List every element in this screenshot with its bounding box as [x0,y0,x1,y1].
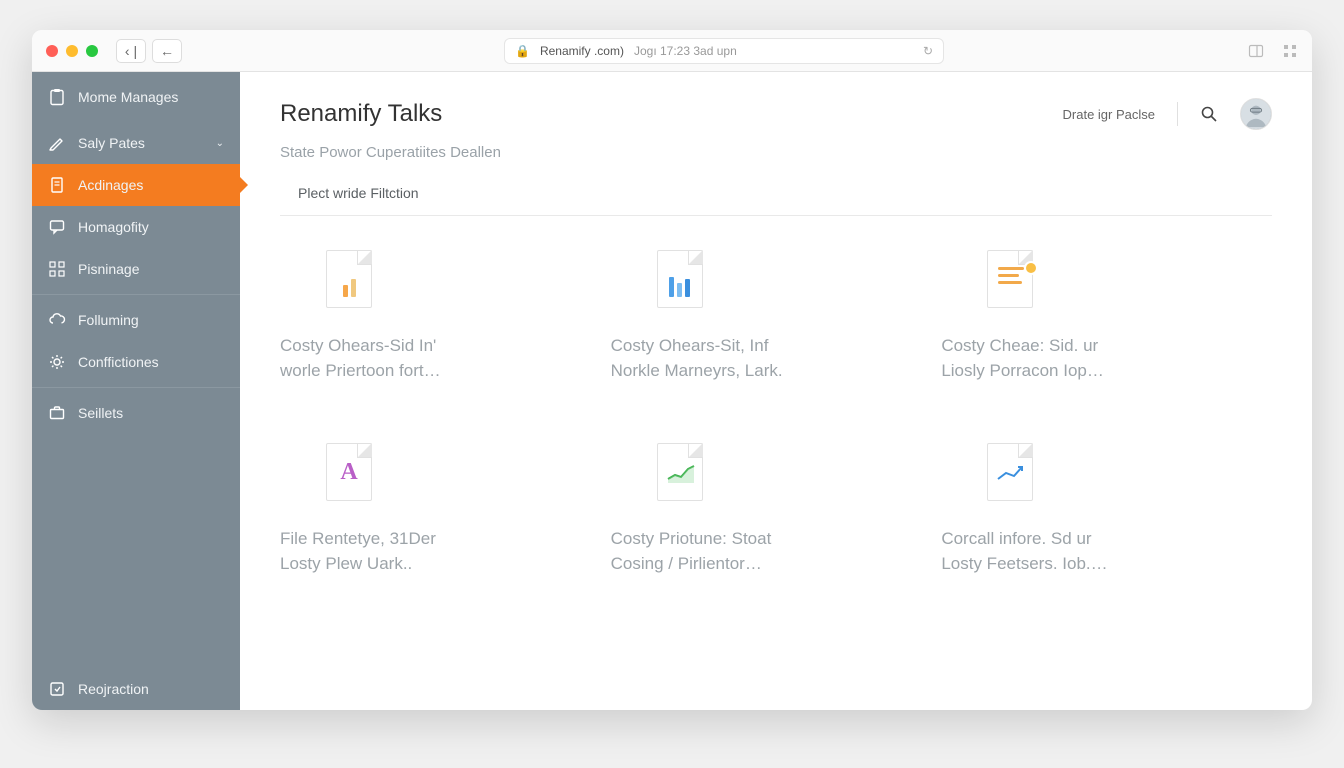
titlebar-right [1248,43,1298,59]
briefcase-icon [48,404,66,422]
page-subtitle: State Powor Cuperatiites Deallen [280,144,1272,161]
sidebar-item-label: Folluming [78,312,139,328]
address-timestamp: Jogı 17:23 3ad upn [634,44,737,58]
box-icon [48,680,66,698]
doc-card[interactable]: Costy Ohears-Sit, InfNorkle Marneyrs, La… [611,250,902,383]
document-icon [48,176,66,194]
doc-card[interactable]: Costy Ohears-Sid In'worle Priertoon fort… [280,250,571,383]
card-title: File Rentetye, 31DerLosty Plew Uark.. [280,527,540,576]
card-title: Costy Ohears-Sid In'worle Priertoon fort… [280,334,540,383]
address-domain: Renamify .com) [540,44,624,58]
sidebar-item-label: Homagofity [78,219,149,235]
avatar[interactable] [1240,98,1272,130]
cloud-icon [48,311,66,329]
address-bar[interactable]: 🔒 Renamify .com) Jogı 17:23 3ad upn ↻ [504,38,944,64]
sidebar-item-label: Acdinages [78,177,143,193]
sidebar-item-seillets[interactable]: Seillets [32,392,240,434]
header-link[interactable]: Drate igr Paclse [1063,107,1155,122]
titlebar: ‹ | ← 🔒 Renamify .com) Jogı 17:23 3ad up… [32,30,1312,72]
card-title: Costy Cheae: Sid. urLiosly Porracon Iop… [941,334,1201,383]
doc-card[interactable]: Costy Priotune: StoatCosing / Pirlientor… [611,443,902,576]
doc-trend-green-icon [657,443,703,501]
sidebar: Mome Manages Saly Pates ⌄ Acdinages [32,72,240,710]
cards-grid: Costy Ohears-Sid In'worle Priertoon fort… [280,250,1272,577]
filter-label[interactable]: Plect wride Filtction [298,185,419,201]
sidebar-footer-reojraction[interactable]: Reojraction [32,668,240,710]
doc-card[interactable]: A File Rentetye, 31DerLosty Plew Uark.. [280,443,571,576]
header-separator [1177,102,1178,126]
sidebar-header-label: Mome Manages [78,89,178,105]
chevron-down-icon: ⌄ [216,138,224,149]
back-button[interactable]: ‹ | [116,39,146,63]
sidebar-separator [32,294,240,295]
chat-icon [48,218,66,236]
gear-icon [48,353,66,371]
sidebar-item-saly-pates[interactable]: Saly Pates ⌄ [32,122,240,164]
doc-card[interactable]: Costy Cheae: Sid. urLiosly Porracon Iop… [941,250,1232,383]
panel-icon[interactable] [1248,43,1264,59]
sidebar-item-conffictiones[interactable]: Conffictiones [32,341,240,383]
sidebar-item-homagofity[interactable]: Homagofity [32,206,240,248]
refresh-icon[interactable]: ↻ [923,44,933,58]
sidebar-footer-label: Reojraction [78,681,149,697]
card-title: Costy Priotune: StoatCosing / Pirlientor… [611,527,871,576]
window-minimize-button[interactable] [66,45,78,57]
sidebar-item-label: Saly Pates [78,135,145,151]
doc-letter-a-icon: A [326,443,372,501]
filter-row: Plect wride Filtction [280,175,1272,216]
window-close-button[interactable] [46,45,58,57]
doc-lines-badge-icon [987,250,1033,308]
clipboard-icon [48,88,66,106]
grid-icon [48,260,66,278]
doc-bars-blue-icon [657,250,703,308]
sidebar-item-label: Seillets [78,405,123,421]
forward-button[interactable]: ← [152,39,182,63]
card-title: Costy Ohears-Sit, InfNorkle Marneyrs, La… [611,334,871,383]
doc-trend-blue-icon [987,443,1033,501]
sidebar-item-pisninage[interactable]: Pisninage [32,248,240,290]
card-title: Corcall infore. Sd urLosty Feetsers. Iob… [941,527,1201,576]
sidebar-item-folluming[interactable]: Folluming [32,299,240,341]
traffic-lights [46,45,98,57]
sidebar-item-acdinages[interactable]: Acdinages [32,164,240,206]
nav-buttons: ‹ | ← [116,39,182,63]
lock-icon: 🔒 [515,44,530,58]
sidebar-header[interactable]: Mome Manages [32,72,240,122]
doc-card[interactable]: Corcall infore. Sd urLosty Feetsers. Iob… [941,443,1232,576]
sidebar-separator [32,387,240,388]
search-icon[interactable] [1200,105,1218,123]
main-content: Renamify Talks Drate igr Paclse State Po… [240,72,1312,710]
sidebar-item-label: Conffictiones [78,354,159,370]
sidebar-item-label: Pisninage [78,261,140,277]
app-window: ‹ | ← 🔒 Renamify .com) Jogı 17:23 3ad up… [32,30,1312,710]
grid-icon[interactable] [1282,43,1298,59]
doc-bars-orange-icon [326,250,372,308]
page-title: Renamify Talks [280,100,442,128]
window-maximize-button[interactable] [86,45,98,57]
pen-icon [48,134,66,152]
